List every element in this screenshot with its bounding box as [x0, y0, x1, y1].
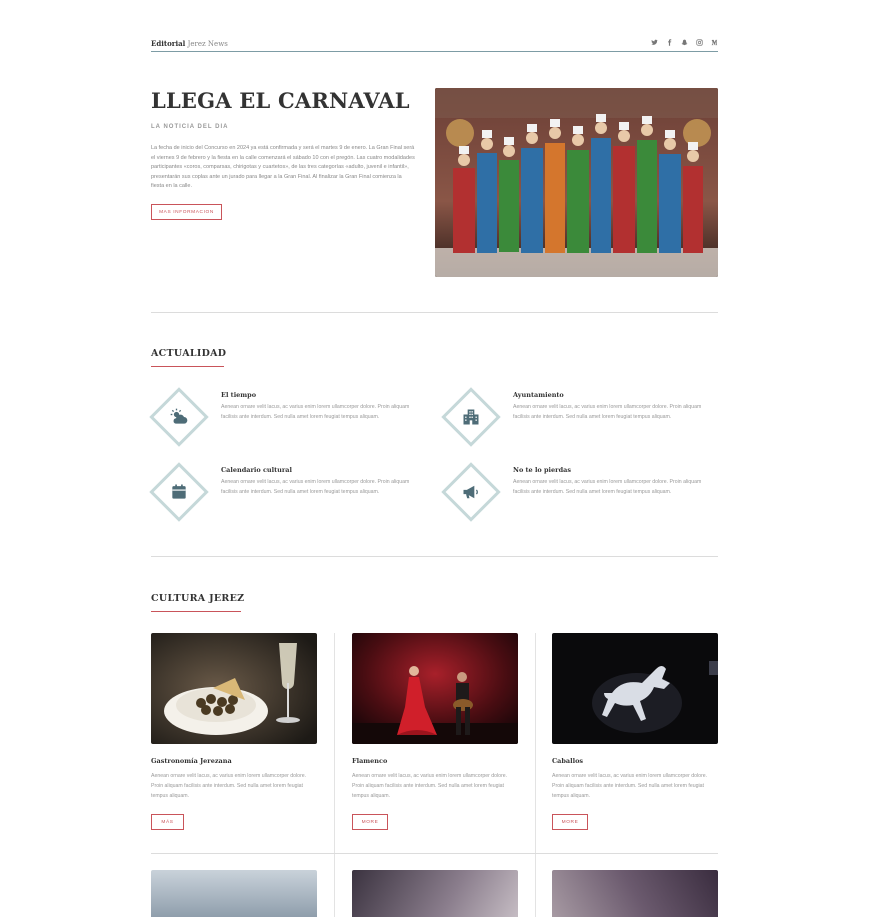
- feature-body: Aenean ornare velit lacus, ac varius eni…: [221, 479, 410, 495]
- divider-1: [151, 312, 718, 313]
- actualidad-underline: [151, 366, 224, 367]
- site-header: Editorial Jerez News: [151, 33, 718, 53]
- card-title: Flamenco: [352, 757, 388, 765]
- horse-image[interactable]: [552, 633, 718, 744]
- megaphone-icon: [461, 482, 481, 502]
- brand-rest: Jerez News: [187, 39, 228, 48]
- instagram-icon[interactable]: [696, 38, 703, 48]
- card-caballos: Caballos Aenean ornare velit lacus, ac v…: [552, 633, 718, 830]
- card-title: Caballos: [552, 757, 584, 765]
- feature-calendario[interactable]: Calendario cultural Aenean ornare velit …: [149, 462, 421, 524]
- header-rule: [151, 51, 718, 52]
- cultura-title: CULTURA JEREZ: [151, 593, 245, 604]
- feature-weather[interactable]: El tiempo Aenean ornare velit lacus, ac …: [149, 387, 421, 449]
- feature-body: Aenean ornare velit lacus, ac varius eni…: [513, 479, 702, 495]
- card-body: Aenean ornare velit lacus, ac varius eni…: [352, 773, 508, 799]
- more-button[interactable]: MORE: [352, 814, 388, 830]
- card-gastronomia: Gastronomía Jerezana Aenean ornare velit…: [151, 633, 317, 830]
- hero-image-carnival: [435, 88, 718, 277]
- weather-icon: [169, 407, 189, 427]
- feature-title: El tiempo: [221, 391, 257, 399]
- more-button[interactable]: MÁS: [151, 814, 184, 830]
- feature-ayuntamiento[interactable]: Ayuntamiento Aenean ornare velit lacus, …: [441, 387, 713, 449]
- social-links: [651, 38, 718, 48]
- feature-title: Calendario cultural: [221, 466, 292, 474]
- brand-strong: Editorial: [151, 38, 186, 48]
- hero-subtitle: LA NOTICIA DEL DIA: [151, 124, 229, 130]
- cultura-underline: [151, 611, 241, 612]
- site-brand[interactable]: Editorial Jerez News: [151, 39, 228, 48]
- column-separator: [334, 633, 335, 917]
- hero-title: LLEGA EL CARNAVAL: [151, 88, 410, 113]
- snapchat-icon[interactable]: [681, 39, 688, 48]
- column-separator: [535, 633, 536, 917]
- feature-title: Ayuntamiento: [513, 391, 564, 399]
- card-image-partial[interactable]: [552, 870, 718, 917]
- more-button[interactable]: MORE: [552, 814, 588, 830]
- calendar-icon: [169, 482, 189, 502]
- feature-body: Aenean ornare velit lacus, ac varius eni…: [221, 404, 410, 420]
- feature-title: No te lo pierdas: [513, 466, 571, 474]
- card-title: Gastronomía Jerezana: [151, 757, 232, 765]
- card-image-partial[interactable]: [352, 870, 518, 917]
- more-info-button[interactable]: MAS INFORMACION: [151, 204, 222, 220]
- divider-3: [151, 853, 718, 854]
- divider-2: [151, 556, 718, 557]
- building-icon: [461, 407, 481, 427]
- feature-no-te-lo-pierdas[interactable]: No te lo pierdas Aenean ornare velit lac…: [441, 462, 713, 524]
- twitter-icon[interactable]: [651, 39, 658, 48]
- hero-body: La fecha de inicio del Concurso en 2024 …: [151, 145, 415, 190]
- medium-icon[interactable]: [711, 39, 718, 48]
- card-flamenco: Flamenco Aenean ornare velit lacus, ac v…: [352, 633, 518, 830]
- card-body: Aenean ornare velit lacus, ac varius eni…: [552, 773, 708, 799]
- card-image-partial[interactable]: [151, 870, 317, 917]
- gastronomy-image[interactable]: [151, 633, 317, 744]
- flamenco-image[interactable]: [352, 633, 518, 744]
- actualidad-title: ACTUALIDAD: [151, 348, 227, 359]
- card-body: Aenean ornare velit lacus, ac varius eni…: [151, 773, 307, 799]
- facebook-icon[interactable]: [666, 38, 673, 48]
- feature-body: Aenean ornare velit lacus, ac varius eni…: [513, 404, 702, 420]
